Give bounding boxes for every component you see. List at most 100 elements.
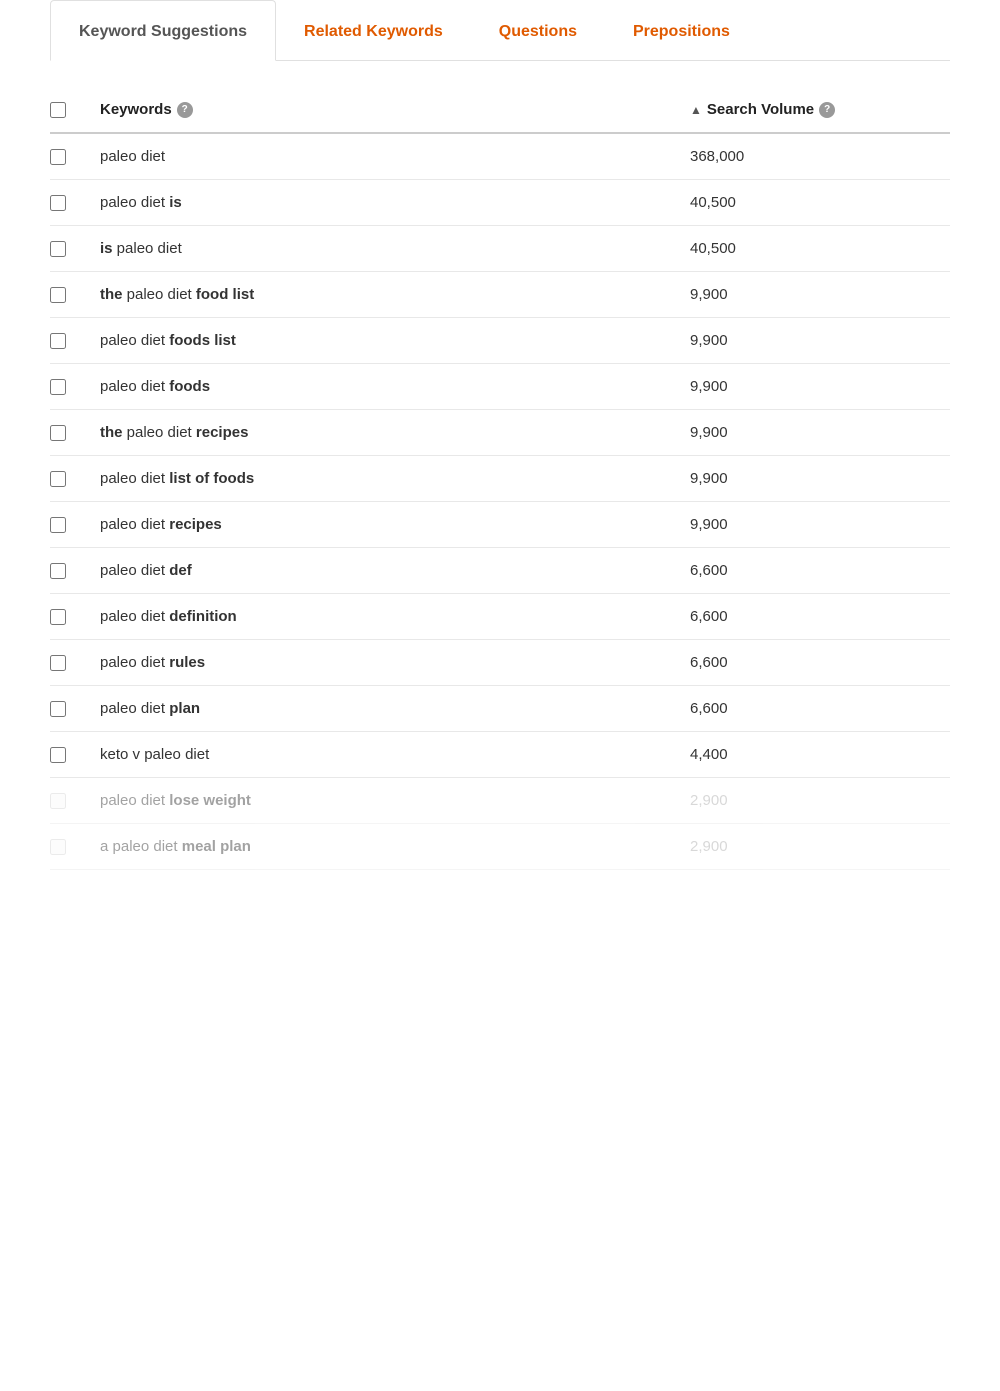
- row-keyword-col: paleo diet: [100, 148, 690, 165]
- row-checkbox-col: [50, 563, 100, 579]
- row-keyword-col: paleo diet list of foods: [100, 470, 690, 487]
- volume-column-label: Search Volume: [707, 101, 814, 118]
- row-checkbox[interactable]: [50, 609, 66, 625]
- row-checkbox[interactable]: [50, 517, 66, 533]
- row-checkbox-col: [50, 149, 100, 165]
- header-checkbox-col: [50, 102, 100, 118]
- tab-keyword-suggestions[interactable]: Keyword Suggestions: [50, 0, 276, 61]
- row-volume-col: 9,900: [690, 470, 950, 487]
- keyword-text: the paleo diet food list: [100, 286, 254, 303]
- row-checkbox-col: [50, 747, 100, 763]
- row-checkbox[interactable]: [50, 747, 66, 763]
- volume-text: 9,900: [690, 516, 728, 533]
- table-row: paleo diet list of foods9,900: [50, 456, 950, 502]
- keyword-text: paleo diet: [100, 148, 165, 165]
- volume-text: 9,900: [690, 378, 728, 395]
- volume-text: 6,600: [690, 654, 728, 671]
- row-checkbox[interactable]: [50, 471, 66, 487]
- row-volume-col: 2,900: [690, 792, 950, 809]
- table-row: paleo diet definition6,600: [50, 594, 950, 640]
- volume-text: 368,000: [690, 148, 744, 165]
- row-checkbox-col: [50, 333, 100, 349]
- row-volume-col: 9,900: [690, 424, 950, 441]
- row-keyword-col: paleo diet plan: [100, 700, 690, 717]
- row-volume-col: 9,900: [690, 332, 950, 349]
- volume-text: 9,900: [690, 332, 728, 349]
- table-row: paleo diet rules 6,600: [50, 640, 950, 686]
- keyword-info-icon[interactable]: ?: [177, 102, 193, 118]
- row-checkbox-col: [50, 471, 100, 487]
- row-checkbox-col: [50, 241, 100, 257]
- row-checkbox-col: [50, 839, 100, 855]
- tab-related-keywords[interactable]: Related Keywords: [276, 0, 471, 60]
- row-checkbox[interactable]: [50, 793, 66, 809]
- row-volume-col: 9,900: [690, 286, 950, 303]
- row-volume-col: 4,400: [690, 746, 950, 763]
- row-keyword-col: keto v paleo diet: [100, 746, 690, 763]
- volume-text: 4,400: [690, 746, 728, 763]
- table-row: is paleo diet 40,500: [50, 226, 950, 272]
- row-keyword-col: paleo diet foods: [100, 378, 690, 395]
- row-keyword-col: paleo diet lose weight: [100, 792, 690, 809]
- row-checkbox[interactable]: [50, 287, 66, 303]
- row-keyword-col: paleo diet def: [100, 562, 690, 579]
- table-row: paleo diet plan6,600: [50, 686, 950, 732]
- table-row: paleo diet foods 9,900: [50, 364, 950, 410]
- table-row: paleo diet 368,000: [50, 134, 950, 180]
- row-volume-col: 40,500: [690, 194, 950, 211]
- tab-prepositions[interactable]: Prepositions: [605, 0, 758, 60]
- table-row: the paleo diet food list 9,900: [50, 272, 950, 318]
- row-volume-col: 368,000: [690, 148, 950, 165]
- row-checkbox[interactable]: [50, 563, 66, 579]
- row-keyword-col: paleo diet foods list: [100, 332, 690, 349]
- keyword-text: keto v paleo diet: [100, 746, 209, 763]
- keyword-text: paleo diet rules: [100, 654, 205, 671]
- row-checkbox-col: [50, 701, 100, 717]
- row-checkbox[interactable]: [50, 195, 66, 211]
- volume-info-icon[interactable]: ?: [819, 102, 835, 118]
- row-volume-col: 2,900: [690, 838, 950, 855]
- volume-text: 6,600: [690, 608, 728, 625]
- row-volume-col: 6,600: [690, 562, 950, 579]
- row-checkbox-col: [50, 379, 100, 395]
- row-keyword-col: a paleo diet meal plan: [100, 838, 690, 855]
- row-checkbox[interactable]: [50, 839, 66, 855]
- volume-text: 6,600: [690, 700, 728, 717]
- row-keyword-col: is paleo diet: [100, 240, 690, 257]
- table-row: paleo diet is 40,500: [50, 180, 950, 226]
- row-checkbox[interactable]: [50, 425, 66, 441]
- table-row: paleo diet def6,600: [50, 548, 950, 594]
- keyword-text: paleo diet lose weight: [100, 792, 251, 809]
- row-checkbox-col: [50, 425, 100, 441]
- row-keyword-col: the paleo diet recipes: [100, 424, 690, 441]
- select-all-checkbox[interactable]: [50, 102, 66, 118]
- keyword-rows-container: paleo diet368,000paleo diet is40,500is p…: [50, 134, 950, 870]
- keyword-column-header: Keywords ?: [100, 101, 690, 118]
- row-checkbox[interactable]: [50, 379, 66, 395]
- sort-arrow-icon[interactable]: ▲: [690, 103, 702, 117]
- table-row: a paleo diet meal plan2,900: [50, 824, 950, 870]
- keyword-text: paleo diet is: [100, 194, 182, 211]
- row-checkbox[interactable]: [50, 655, 66, 671]
- tab-questions[interactable]: Questions: [471, 0, 605, 60]
- tab-bar: Keyword Suggestions Related Keywords Que…: [50, 0, 950, 61]
- keyword-text: paleo diet foods: [100, 378, 210, 395]
- table-row: paleo diet recipes9,900: [50, 502, 950, 548]
- row-checkbox[interactable]: [50, 701, 66, 717]
- header-keyword-col: Keywords ?: [100, 101, 690, 118]
- table-row: keto v paleo diet 4,400: [50, 732, 950, 778]
- keyword-text: the paleo diet recipes: [100, 424, 248, 441]
- row-volume-col: 6,600: [690, 654, 950, 671]
- row-checkbox[interactable]: [50, 241, 66, 257]
- row-keyword-col: paleo diet definition: [100, 608, 690, 625]
- volume-text: 40,500: [690, 240, 736, 257]
- volume-text: 2,900: [690, 838, 728, 855]
- volume-text: 40,500: [690, 194, 736, 211]
- row-checkbox[interactable]: [50, 333, 66, 349]
- keyword-column-label: Keywords: [100, 101, 172, 118]
- row-checkbox[interactable]: [50, 149, 66, 165]
- row-checkbox-col: [50, 517, 100, 533]
- keyword-text: is paleo diet: [100, 240, 182, 257]
- volume-text: 2,900: [690, 792, 728, 809]
- table-row: the paleo diet recipes 9,900: [50, 410, 950, 456]
